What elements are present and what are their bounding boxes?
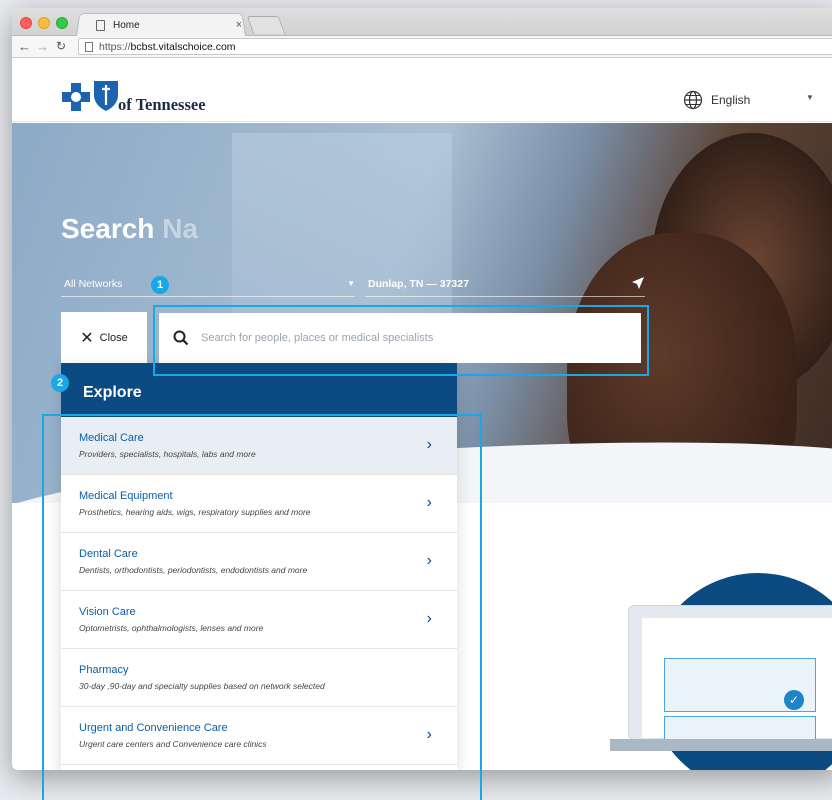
checkmark-icon: ✓: [784, 690, 804, 710]
callout-badge-2: 2: [51, 374, 69, 392]
explore-item-dental-care[interactable]: Dental Care Dentists, orthodontists, per…: [61, 533, 457, 591]
tab-title: Home: [113, 19, 140, 31]
explore-item-subtitle: Urgent care centers and Convenience care…: [79, 739, 267, 749]
close-button-label: Close: [99, 332, 128, 344]
explore-item-title: Vision Care: [79, 606, 136, 618]
location-arrow-icon[interactable]: [631, 276, 645, 290]
explore-item-subtitle: 30-day ,90-day and specialty supplies ba…: [79, 681, 325, 691]
explore-item-subtitle: Providers, specialists, hospitals, labs …: [79, 449, 256, 459]
page-icon: [85, 41, 93, 52]
page-title: Search Na: [61, 213, 198, 245]
network-select[interactable]: All Networks ▼: [61, 275, 355, 297]
explore-item-medical-equipment[interactable]: Medical Equipment Prosthetics, hearing a…: [61, 475, 457, 533]
minimize-window-icon[interactable]: [38, 17, 50, 29]
callout-badge-1: 1: [151, 276, 169, 294]
illustration-card: [664, 716, 816, 740]
explore-item-title: Dental Care: [79, 548, 138, 560]
url-scheme: https://: [99, 40, 131, 53]
browser-window: Home × ← → ↻ https:// bcbst.vitalschoice…: [12, 8, 832, 770]
tab-close-icon[interactable]: ×: [236, 19, 242, 31]
explore-item-subtitle: Dentists, orthodontists, periodontists, …: [79, 565, 308, 575]
url-field[interactable]: https:// bcbst.vitalschoice.com: [78, 38, 832, 55]
explore-item-subtitle: Optometrists, ophthalmologists, lenses a…: [79, 623, 264, 633]
explore-item-vision-care[interactable]: Vision Care Optometrists, ophthalmologis…: [61, 591, 457, 649]
chevron-right-icon: ›: [426, 552, 432, 569]
logo-text[interactable]: of Tennessee: [118, 95, 206, 115]
browser-tabbar: Home ×: [12, 8, 832, 37]
close-icon: ✕: [80, 330, 94, 347]
chevron-right-icon: ›: [426, 726, 432, 743]
laptop-base-illustration: [610, 739, 832, 751]
close-window-icon[interactable]: [20, 17, 32, 29]
search-title-faded-text: Na: [162, 213, 198, 244]
explore-item-title: Pharmacy: [79, 664, 129, 676]
close-button[interactable]: ✕ Close: [61, 312, 147, 364]
explore-item-title: Urgent and Convenience Care: [79, 722, 228, 734]
search-icon: [173, 330, 189, 346]
reload-icon[interactable]: ↻: [56, 39, 66, 53]
chevron-right-icon: ›: [426, 494, 432, 511]
blue-shield-logo-icon[interactable]: [92, 79, 120, 111]
location-value: Dunlap, TN — 37327: [368, 278, 469, 290]
location-field[interactable]: Dunlap, TN — 37327: [365, 275, 645, 297]
page-icon: [96, 19, 105, 31]
explore-item-urgent-care[interactable]: Urgent and Convenience Care Urgent care …: [61, 707, 457, 765]
explore-item-medical-care[interactable]: Medical Care Providers, specialists, hos…: [61, 417, 457, 475]
network-select-value: All Networks: [64, 278, 123, 290]
explore-item-title: Medical Care: [79, 432, 144, 444]
browser-tab-content[interactable]: Home ×: [82, 16, 242, 34]
site-header: of Tennessee English ▼: [12, 59, 832, 122]
explore-item-title: Medical Equipment: [79, 490, 173, 502]
language-select[interactable]: English: [711, 93, 750, 107]
globe-icon[interactable]: [683, 90, 703, 110]
address-bar: ← → ↻ https:// bcbst.vitalschoice.com: [12, 36, 832, 58]
explore-header: Explore: [61, 363, 457, 417]
search-title-text: Search: [61, 213, 155, 244]
chevron-down-icon[interactable]: ▼: [347, 279, 355, 288]
back-icon[interactable]: ←: [18, 39, 31, 54]
search-input[interactable]: [201, 332, 621, 344]
new-tab-button[interactable]: [246, 16, 286, 34]
explore-panel: Explore Medical Care Providers, speciali…: [61, 363, 457, 770]
chevron-down-icon[interactable]: ▼: [806, 93, 814, 102]
url-host: bcbst.vitalschoice.com: [130, 40, 236, 53]
explore-item-subtitle: Prosthetics, hearing aids, wigs, respira…: [79, 507, 311, 517]
chevron-right-icon: ›: [426, 436, 432, 453]
maximize-window-icon[interactable]: [56, 17, 68, 29]
chevron-right-icon: ›: [426, 610, 432, 627]
forward-icon[interactable]: →: [36, 39, 49, 54]
search-box[interactable]: [159, 313, 641, 363]
blue-cross-logo-icon[interactable]: [62, 83, 90, 111]
explore-item-pharmacy[interactable]: Pharmacy 30-day ,90-day and specialty su…: [61, 649, 457, 707]
